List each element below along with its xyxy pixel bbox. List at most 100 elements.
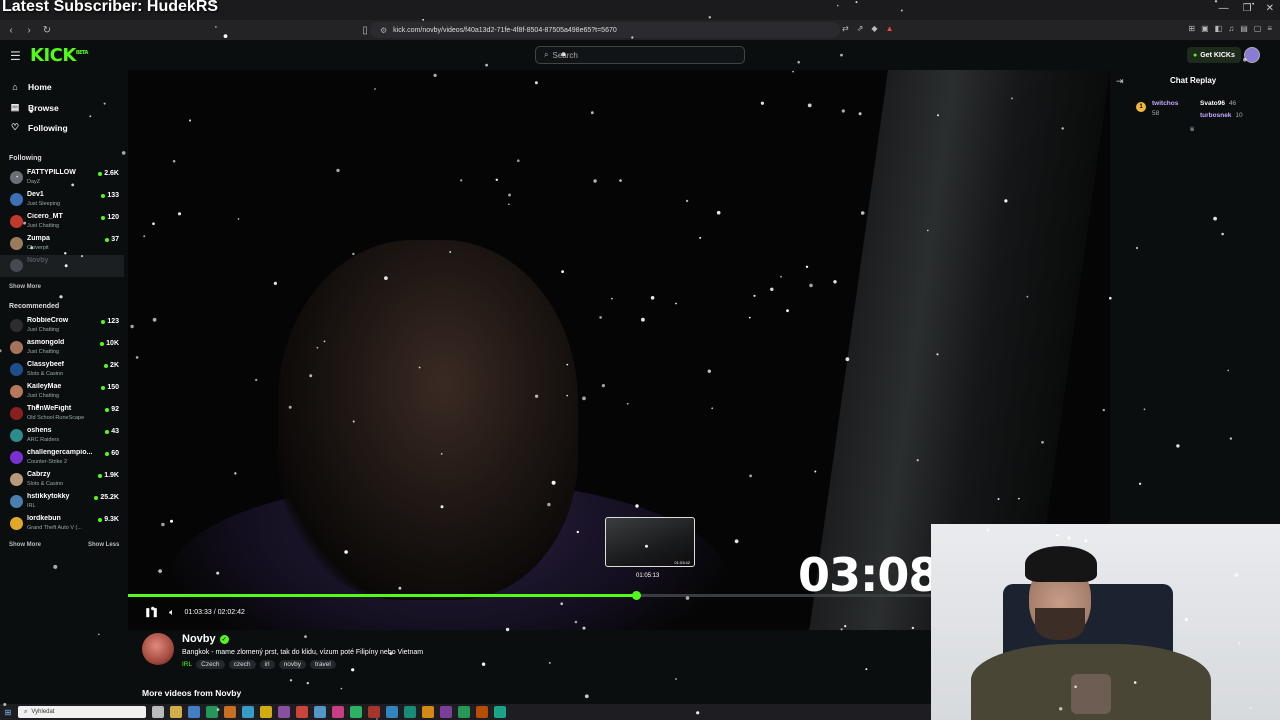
- url-bar[interactable]: ⚙ kick.com/novby/videos/f40a13d2-71fe-4f…: [370, 22, 840, 38]
- collapse-chat-icon[interactable]: ⇥: [1116, 76, 1124, 87]
- channel-name: challengercampio...: [27, 449, 93, 456]
- search-input[interactable]: ⌕ Search: [535, 46, 745, 64]
- taskbar-app-icon[interactable]: [296, 706, 308, 718]
- forward-icon[interactable]: ›: [22, 25, 36, 36]
- menu-icon[interactable]: ≡: [1267, 24, 1272, 33]
- taskbar-app-icon[interactable]: [476, 706, 488, 718]
- channel-name: Novby: [27, 257, 49, 264]
- get-kicks-button[interactable]: ● Get KICKs: [1187, 47, 1241, 63]
- taskbar-app-icon[interactable]: [422, 706, 434, 718]
- channel-category: Old School RuneScape: [27, 415, 85, 421]
- snow-particle: [548, 661, 551, 664]
- pause-icon[interactable]: ❚❚: [144, 607, 159, 618]
- back-icon[interactable]: ‹: [4, 25, 18, 36]
- sidebar-channel[interactable]: Cabrzy Slots & Casino 1.9K: [0, 469, 124, 491]
- sidebar-channel[interactable]: Dev1 Just Sleeping 133: [0, 189, 124, 211]
- channel-name[interactable]: Novby ✓: [182, 633, 229, 645]
- tag[interactable]: novby: [278, 660, 306, 669]
- tag[interactable]: czech: [228, 660, 256, 669]
- gifter-item[interactable]: Svato96 46: [1200, 100, 1236, 107]
- user-avatar[interactable]: [1244, 47, 1260, 63]
- extension-icon[interactable]: ◧: [1215, 24, 1223, 33]
- taskbar-app-icon[interactable]: [314, 706, 326, 718]
- wallet-icon[interactable]: ▢: [1254, 24, 1262, 33]
- sidebar-channel[interactable]: RobbieCrow Just Chatting 123: [0, 315, 124, 337]
- taskbar-app-icon[interactable]: [170, 706, 182, 718]
- taskbar-app-icon[interactable]: [242, 706, 254, 718]
- taskbar-app-icon[interactable]: [458, 706, 470, 718]
- taskbar-app-icon[interactable]: [440, 706, 452, 718]
- sidebar-channel[interactable]: ThenWeFight Old School RuneScape 92: [0, 403, 124, 425]
- translate-icon[interactable]: ⇄: [842, 24, 849, 33]
- channel-category: DayZ: [27, 179, 41, 185]
- taskbar-app-icon[interactable]: [386, 706, 398, 718]
- sidebar-item-home[interactable]: ⌂ Home: [10, 82, 51, 92]
- volume-icon[interactable]: 🔈︎: [169, 607, 174, 618]
- taskbar-app-icon[interactable]: [206, 706, 218, 718]
- filter-icon[interactable]: ⩸: [1190, 126, 1194, 134]
- chat-title: Chat Replay: [1170, 76, 1217, 85]
- close-button[interactable]: ✕: [1266, 3, 1274, 14]
- hamburger-menu-icon[interactable]: ☰: [10, 49, 21, 63]
- channel-avatar: [10, 215, 23, 228]
- taskbar-search[interactable]: ⌕ Vyhledat: [18, 706, 146, 718]
- sidebar-icon[interactable]: ▤: [1240, 24, 1248, 33]
- alert-icon[interactable]: ▲: [886, 24, 894, 33]
- sidebar-channel[interactable]: Classybeef Slots & Casino 2K: [0, 359, 124, 381]
- following-show-more[interactable]: Show More: [9, 284, 41, 290]
- gifter-item[interactable]: twitchos: [1152, 100, 1178, 107]
- recommended-heading: Recommended: [9, 303, 60, 310]
- sidebar-item-browse[interactable]: ▤ Browse: [10, 102, 59, 113]
- recommended-show-more[interactable]: Show More: [9, 542, 41, 548]
- sidebar-channel[interactable]: Novby: [0, 255, 124, 277]
- taskbar-app-icon[interactable]: [332, 706, 344, 718]
- viewer-count: 133: [101, 192, 119, 199]
- channel-category: Just Chatting: [27, 223, 60, 229]
- extension-icon[interactable]: ▣: [1201, 24, 1209, 33]
- sidebar-channel[interactable]: lordkebun Grand Theft Auto V (... 9.3K: [0, 513, 124, 535]
- kick-logo[interactable]: KICKBETA: [30, 45, 88, 66]
- sidebar-channel[interactable]: FATTYPILLOW DayZ 2.6K: [0, 167, 124, 189]
- extension-icon[interactable]: ⊞: [1188, 24, 1195, 33]
- sidebar-channel[interactable]: Zumpa Cloverpit 37: [0, 233, 124, 255]
- windows-start-icon[interactable]: ⊞: [0, 708, 16, 717]
- maximize-button[interactable]: ❐: [1243, 3, 1252, 14]
- search-icon: ⌕: [544, 50, 549, 59]
- channel-avatar[interactable]: [142, 633, 174, 665]
- site-info-icon[interactable]: ⚙: [380, 26, 387, 35]
- sidebar-channel[interactable]: KaileyMae Just Chatting 150: [0, 381, 124, 403]
- taskbar-app-icon[interactable]: [494, 706, 506, 718]
- rank-badge: 1: [1136, 102, 1146, 112]
- sidebar-channel[interactable]: oshens ARC Raiders 43: [0, 425, 124, 447]
- taskbar-app-icon[interactable]: [188, 706, 200, 718]
- taskbar-app-icon[interactable]: [278, 706, 290, 718]
- taskbar-app-icon[interactable]: [152, 706, 164, 718]
- share-icon[interactable]: ⇗: [857, 24, 864, 33]
- viewer-count: 9.3K: [98, 516, 119, 523]
- video-frame-shape: [278, 240, 578, 600]
- taskbar-app-icon[interactable]: [224, 706, 236, 718]
- sidebar-item-following[interactable]: ♡ Following: [10, 122, 68, 133]
- minimize-button[interactable]: —: [1219, 3, 1229, 14]
- shield-icon[interactable]: ◆: [871, 24, 877, 33]
- music-icon[interactable]: ♫: [1228, 24, 1234, 33]
- tag[interactable]: Czech: [196, 660, 225, 669]
- sidebar-channel[interactable]: hstikkytokky IRL 25.2K: [0, 491, 124, 513]
- tag[interactable]: travel: [309, 660, 336, 669]
- channel-avatar: [10, 237, 23, 250]
- following-heading: Following: [9, 155, 42, 162]
- sidebar-channel[interactable]: challengercampio... Counter-Strike 2 60: [0, 447, 124, 469]
- reload-icon[interactable]: ↻: [40, 25, 54, 36]
- taskbar-app-icon[interactable]: [350, 706, 362, 718]
- category-link[interactable]: IRL: [182, 661, 192, 668]
- sidebar-channel[interactable]: Cicero_MT Just Chatting 120: [0, 211, 124, 233]
- taskbar-app-icon[interactable]: [260, 706, 272, 718]
- progress-scrubber[interactable]: [632, 591, 641, 600]
- taskbar-app-icon[interactable]: [368, 706, 380, 718]
- taskbar-app-icon[interactable]: [404, 706, 416, 718]
- recommended-show-less[interactable]: Show Less: [88, 542, 119, 548]
- tag[interactable]: irl: [259, 660, 275, 669]
- gifter-item[interactable]: turbosnek 10: [1200, 112, 1243, 119]
- channel-name: Cabrzy: [27, 471, 51, 478]
- sidebar-channel[interactable]: asmongold Just Chatting 10K: [0, 337, 124, 359]
